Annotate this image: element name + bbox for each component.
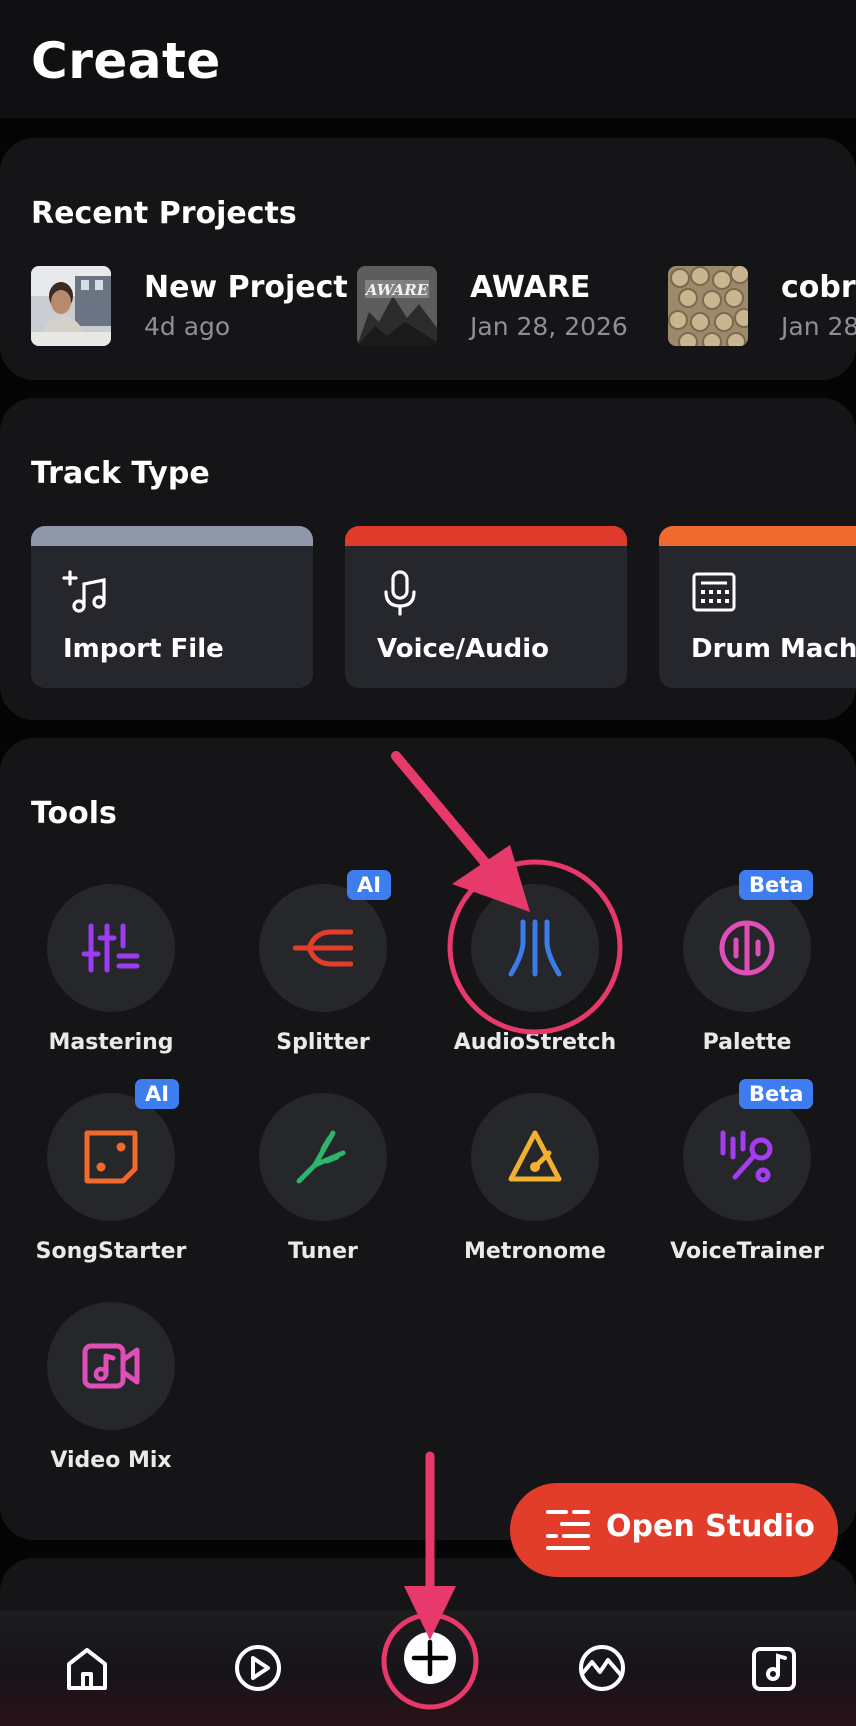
tool-icon-circle <box>683 884 811 1012</box>
play-icon <box>235 1645 281 1691</box>
video-music-icon <box>82 1343 140 1389</box>
beta-badge: Beta <box>739 1079 814 1109</box>
tool-label: Splitter <box>276 1030 370 1055</box>
recent-projects-title: Recent Projects <box>31 196 297 231</box>
tab-library[interactable] <box>747 1640 803 1696</box>
tool-icon-circle <box>259 1093 387 1221</box>
project-thumbnail: AWARE <box>357 266 437 346</box>
open-studio-label: Open Studio <box>606 1509 815 1544</box>
tool-label: Tuner <box>288 1239 358 1264</box>
drum-pad-icon <box>692 572 736 612</box>
tool-icon-circle <box>47 1302 175 1430</box>
dice-icon <box>84 1130 138 1184</box>
tools-card: Tools Mastering AI Splitter AudioStretch… <box>0 738 856 1540</box>
tool-tuner[interactable]: Tuner <box>217 1093 429 1293</box>
tuning-fork-icon <box>296 1130 346 1184</box>
tool-label: VoiceTrainer <box>670 1239 824 1264</box>
project-name: New Project <box>144 270 348 305</box>
sliders-icon <box>81 923 140 973</box>
project-date: 4d ago <box>144 312 231 341</box>
project-name: cobra <box>781 270 856 305</box>
project-date: Jan 28, 2026 <box>470 312 628 341</box>
project-thumbnail <box>668 266 748 346</box>
tool-label: Palette <box>702 1030 792 1055</box>
project-name: AWARE <box>470 270 591 305</box>
create-button[interactable] <box>404 1632 456 1684</box>
splitter-icon <box>293 929 353 967</box>
project-thumbnail <box>31 266 111 346</box>
library-icon <box>752 1647 796 1691</box>
studio-tracks-icon <box>546 1510 590 1550</box>
tool-mastering[interactable]: Mastering <box>5 884 217 1084</box>
track-type-title: Track Type <box>31 456 210 491</box>
tool-icon-circle <box>259 884 387 1012</box>
ai-badge: AI <box>347 870 392 900</box>
tool-voicetrainer[interactable]: Beta VoiceTrainer <box>641 1079 853 1293</box>
tool-icon-circle <box>471 884 599 1012</box>
audiostretch-icon <box>508 919 562 977</box>
tool-video-mix[interactable]: Video Mix <box>5 1302 217 1502</box>
track-label: Import File <box>63 634 224 664</box>
page-title: Create <box>31 32 221 90</box>
tool-audiostretch[interactable]: AudioStretch <box>429 884 641 1084</box>
activity-icon <box>579 1645 625 1691</box>
header: Create <box>0 0 856 118</box>
beta-badge: Beta <box>739 870 814 900</box>
tool-splitter[interactable]: AI Splitter <box>217 870 429 1084</box>
recent-projects-card: Recent Projects New Project 4d ago AWARE… <box>0 138 856 380</box>
voice-trainer-icon <box>720 1130 773 1183</box>
tool-icon-circle <box>47 1093 175 1221</box>
tool-label: Metronome <box>464 1239 606 1264</box>
svg-text:AWARE: AWARE <box>364 281 429 299</box>
tool-label: AudioStretch <box>453 1030 617 1055</box>
microphone-icon <box>384 570 416 616</box>
tool-label: Mastering <box>48 1030 174 1055</box>
track-accent-bar <box>31 526 313 546</box>
ai-badge: AI <box>135 1079 180 1109</box>
track-drum-machine[interactable]: Drum Machine <box>659 526 856 688</box>
tab-home[interactable] <box>59 1640 115 1696</box>
track-voice-audio[interactable]: Voice/Audio <box>345 526 627 688</box>
palette-icon <box>719 920 775 976</box>
tool-icon-circle <box>683 1093 811 1221</box>
tool-icon-circle <box>471 1093 599 1221</box>
track-type-card: Track Type Import File Voice/Audio Drum … <box>0 398 856 720</box>
track-accent-bar <box>659 526 856 546</box>
track-accent-bar <box>345 526 627 546</box>
tools-title: Tools <box>31 796 117 831</box>
tab-activity[interactable] <box>574 1640 630 1696</box>
tool-metronome[interactable]: Metronome <box>429 1093 641 1293</box>
tool-label: SongStarter <box>35 1239 187 1264</box>
music-note-plus-icon <box>62 570 106 613</box>
home-icon <box>67 1648 107 1690</box>
track-label: Drum Machine <box>691 634 856 664</box>
tab-play[interactable] <box>230 1640 286 1696</box>
tool-songstarter[interactable]: AI SongStarter <box>5 1079 217 1293</box>
tool-label: Video Mix <box>50 1448 172 1473</box>
track-import-file[interactable]: Import File <box>31 526 313 688</box>
tool-palette[interactable]: Beta Palette <box>641 870 853 1084</box>
create-plus-icon <box>411 1639 449 1677</box>
metronome-icon <box>508 1130 562 1182</box>
open-studio-button[interactable]: Open Studio <box>510 1483 838 1577</box>
tool-icon-circle <box>47 884 175 1012</box>
project-date: Jan 28 <box>781 312 856 341</box>
track-label: Voice/Audio <box>377 634 550 664</box>
